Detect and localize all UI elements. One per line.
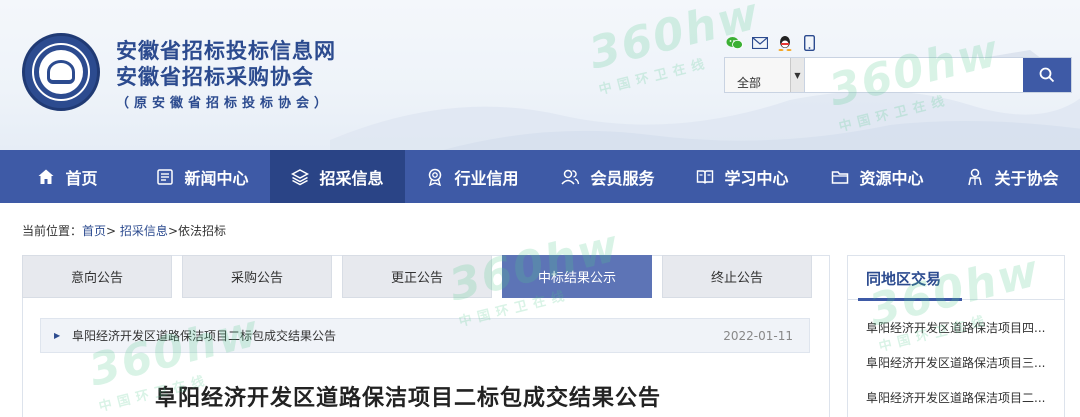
breadcrumb-prefix: 当前位置： [22,224,83,238]
search-box: 全部 ▼ [724,57,1072,93]
home-icon [38,169,54,184]
side-list-item[interactable]: 阜阳经济开发区道路保洁项目二... [866,389,1050,406]
badge-icon [429,168,442,186]
members-icon [561,169,580,185]
nav-item-label: 学习中心 [724,168,789,188]
folder-icon [832,170,849,184]
nav-item-label: 首页 [65,168,98,188]
nav-item-label: 会员服务 [590,168,655,188]
side-panel-title: 同地区交易 [866,270,942,288]
qq-icon[interactable] [776,34,793,51]
tab-procurement-notice[interactable]: 采购公告 [182,255,332,298]
nav-item-label: 招采信息 [319,168,384,188]
site-title-line2: 安徽省招标采购协会 [116,64,314,89]
breadcrumb-current: 依法招标 [178,224,227,238]
chevron-down-icon[interactable]: ▼ [790,58,804,92]
side-title-accent [858,298,962,301]
association-seal-logo[interactable] [22,33,100,111]
site-header: 安徽省招标投标信息网 安徽省招标采购协会 （原安徽省招标投标协会） 全部 ▼ [0,0,1080,150]
tab-award-result[interactable]: 中标结果公示 [502,255,652,298]
social-links [726,34,818,51]
side-list-item[interactable]: 阜阳经济开发区道路保洁项目三... [866,354,1050,371]
nav-item-about[interactable]: 关于协会 [945,150,1080,203]
same-region-panel: 同地区交易 阜阳经济开发区道路保洁项目四... 阜阳经济开发区道路保洁项目三..… [847,255,1065,417]
breadcrumb-procurement[interactable]: 招采信息 [120,224,168,238]
article-list-date: 2022-01-11 [723,328,793,343]
article-heading: 阜阳经济开发区道路保洁项目二标包成交结果公告 [155,386,662,411]
tab-termination-notice[interactable]: 终止公告 [662,255,812,298]
announcement-tabs: 意向公告 采购公告 更正公告 中标结果公示 终止公告 [22,255,830,298]
nav-item-label: 关于协会 [994,168,1059,188]
layers-icon [291,168,310,185]
wechat-icon[interactable] [726,34,743,51]
tab-correction-notice[interactable]: 更正公告 [342,255,492,298]
nav-item-credit[interactable]: 行业信用 [405,150,540,203]
nav-item-news[interactable]: 新闻中心 [135,150,270,203]
article-list-item[interactable]: ▶ 阜阳经济开发区道路保洁项目二标包成交结果公告 2022-01-11 [40,318,810,353]
tab-intent-notice[interactable]: 意向公告 [22,255,172,298]
main-nav: 首页 新闻中心 招采信息 行业信用 会员服务 学习中心 资源中心 关于协会 [0,150,1080,203]
nav-item-resources[interactable]: 资源中心 [810,150,945,203]
search-button[interactable] [1023,58,1071,92]
mobile-icon[interactable] [801,34,818,51]
nav-item-learning[interactable]: 学习中心 [675,150,810,203]
nav-item-home[interactable]: 首页 [0,150,135,203]
site-subtitle: （原安徽省招标投标协会） [116,96,333,111]
triangle-right-icon: ▶ [54,331,61,340]
nav-item-procurement[interactable]: 招采信息 [270,150,405,203]
breadcrumb-separator: > [167,224,178,238]
mail-icon[interactable] [751,34,768,51]
breadcrumb: 当前位置：首页> 招采信息>依法招标 [22,222,226,239]
search-scope-select[interactable]: 全部 ▼ [725,58,805,92]
book-icon [697,169,714,184]
breadcrumb-separator: > [106,224,117,238]
breadcrumb-home[interactable]: 首页 [82,224,106,238]
nav-item-label: 行业信用 [454,168,519,188]
search-input[interactable] [805,58,1023,92]
site-title-line1: 安徽省招标投标信息网 [116,38,336,63]
article-list-title[interactable]: 阜阳经济开发区道路保洁项目二标包成交结果公告 [72,327,723,344]
news-icon [157,168,174,185]
person-icon [968,168,983,185]
search-icon [1039,67,1055,83]
side-list-item[interactable]: 阜阳经济开发区道路保洁项目四... [866,319,1050,336]
nav-item-label: 新闻中心 [184,168,249,188]
nav-item-members[interactable]: 会员服务 [540,150,675,203]
search-scope-value: 全部 [737,76,762,90]
site-title: 安徽省招标投标信息网 安徽省招标采购协会 [116,38,336,90]
nav-item-label: 资源中心 [859,168,924,188]
